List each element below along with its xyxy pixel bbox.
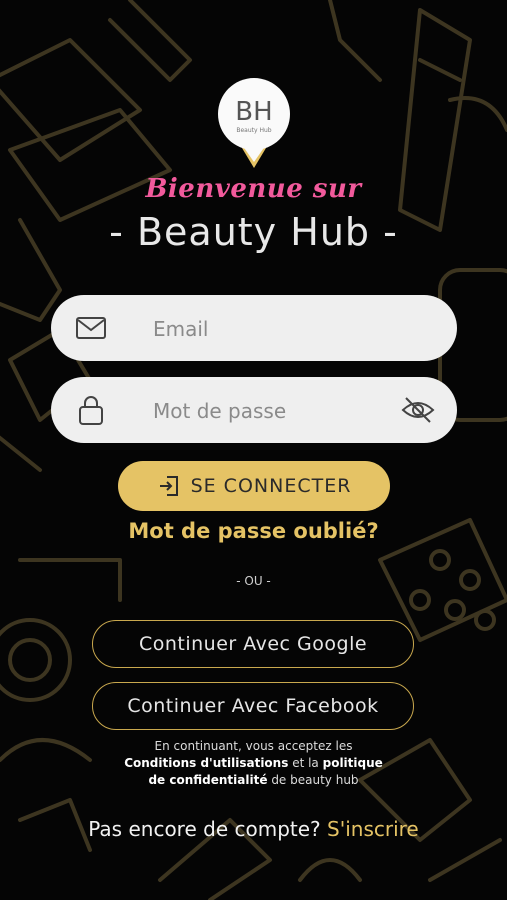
eye-slash-icon[interactable] (401, 394, 435, 426)
password-input[interactable] (151, 377, 385, 445)
google-login-button[interactable]: Continuer Avec Google (92, 620, 414, 668)
terms-suffix: de beauty hub (271, 773, 359, 787)
terms-notice: En continuant, vous acceptez les Conditi… (0, 738, 507, 789)
email-field[interactable] (51, 295, 457, 363)
email-input[interactable] (151, 295, 385, 363)
app-title: - Beauty Hub - (109, 210, 398, 254)
conditions-link[interactable]: Conditions d'utilisations (124, 756, 288, 770)
login-arrow-icon (159, 476, 178, 496)
password-field[interactable] (51, 377, 457, 445)
login-button-label: SE CONNECTER (190, 475, 352, 497)
logo-monogram: BH (235, 97, 272, 127)
signup-question: Pas encore de compte? (88, 817, 321, 841)
welcome-text: Bienvenue sur (145, 174, 362, 204)
lock-icon (79, 396, 103, 425)
logo-caption: Beauty Hub (236, 127, 271, 134)
facebook-button-label: Continuer Avec Facebook (127, 695, 379, 717)
terms-line-1: En continuant, vous acceptez les (154, 739, 353, 753)
google-button-label: Continuer Avec Google (138, 633, 368, 655)
forgot-password-link[interactable]: Mot de passe oublié? (0, 519, 507, 543)
login-button[interactable]: SE CONNECTER (118, 461, 390, 511)
envelope-icon (76, 317, 106, 339)
facebook-login-button[interactable]: Continuer Avec Facebook (92, 682, 414, 730)
or-divider: - OU - (236, 574, 271, 588)
signup-link[interactable]: S'inscrire (327, 817, 419, 841)
terms-and: et la (292, 756, 319, 770)
confidentialite-link[interactable]: de confidentialité (148, 773, 267, 787)
politique-link[interactable]: politique (323, 756, 383, 770)
signup-prompt: Pas encore de compte? S'inscrire (0, 817, 507, 841)
brand-logo: BH Beauty Hub (214, 78, 294, 174)
